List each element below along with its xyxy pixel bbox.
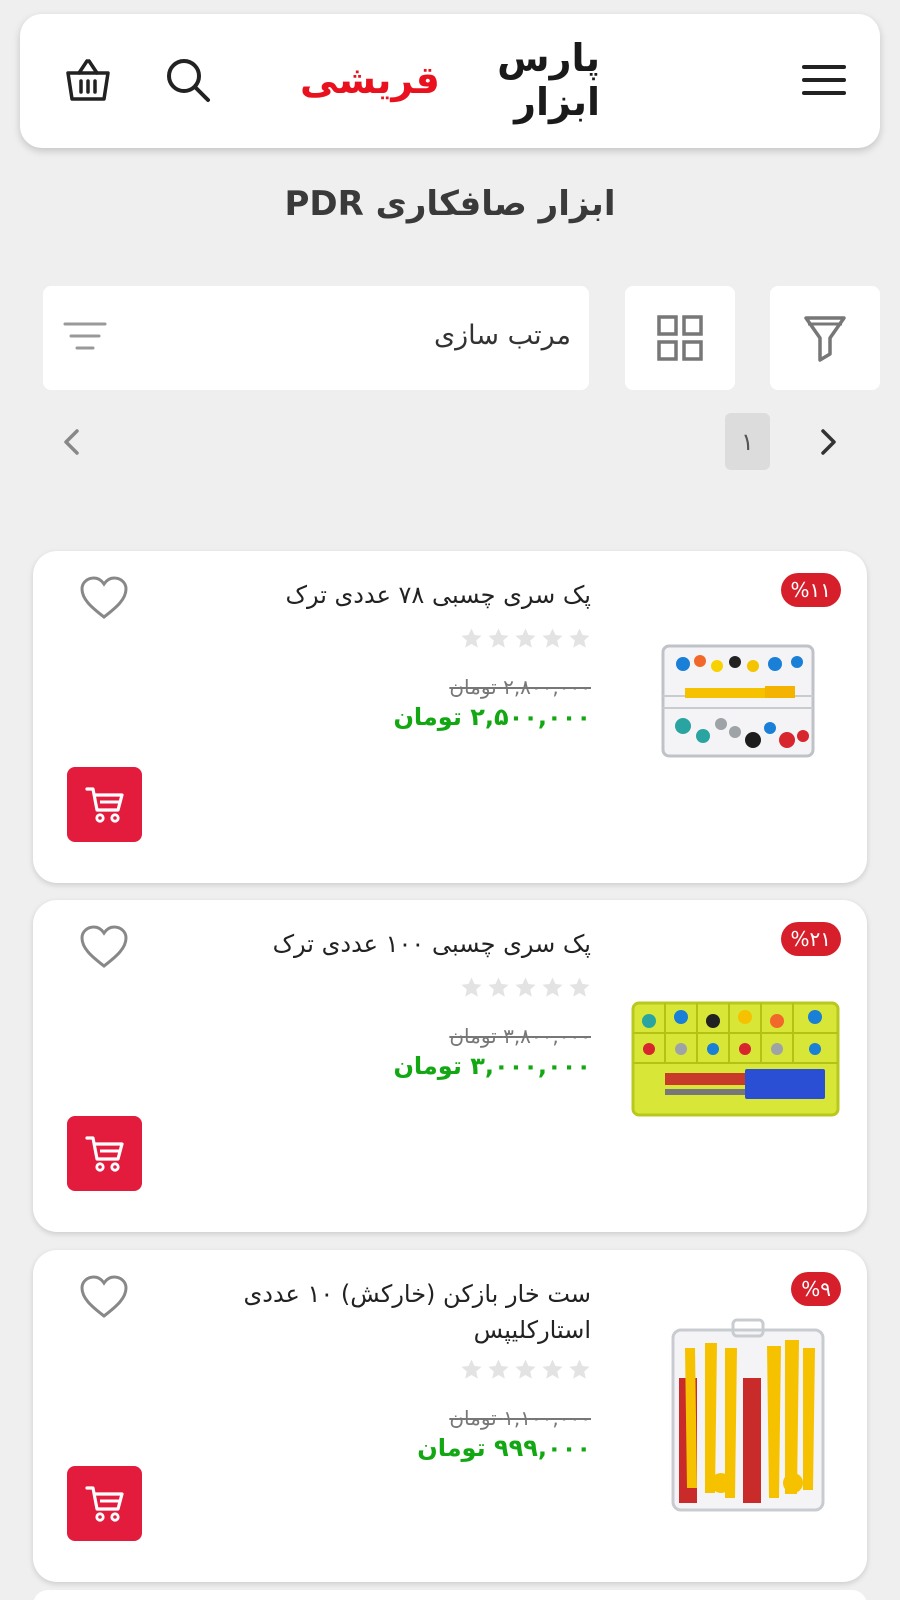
page-title: ابزار صافکاری PDR (284, 184, 616, 224)
star-icon (569, 977, 590, 997)
old-price: ۲,۸۰۰,۰۰۰ تومان (449, 675, 591, 699)
cart-icon (84, 1485, 124, 1522)
grid-view-icon (657, 315, 703, 361)
sort-label: مرتب سازی (434, 320, 571, 351)
chevron-right-icon (821, 429, 836, 455)
star-icon (542, 1359, 563, 1379)
product-card[interactable]: %۹ ست خار بازکن (خارکش) ۱۰ عددی استارکلی… (33, 1250, 867, 1582)
star-icon (515, 628, 536, 648)
site-logo[interactable]: پارس ابزار قریشی (300, 36, 601, 124)
new-price: ۹۹۹,۰۰۰ تومان (417, 1434, 591, 1462)
search-icon (167, 59, 210, 102)
discount-badge: %۱۱ (780, 573, 841, 607)
rating-stars (460, 1358, 591, 1382)
cart-icon (84, 1135, 124, 1172)
pagination-next-button[interactable] (810, 424, 846, 460)
star-icon (569, 628, 590, 648)
star-icon (488, 628, 509, 648)
discount-badge: %۹ (791, 1272, 841, 1306)
star-icon (542, 977, 563, 997)
new-price: ۳,۰۰۰,۰۰۰ تومان (393, 1052, 591, 1080)
star-icon (461, 628, 482, 648)
star-icon (515, 977, 536, 997)
chevron-left-icon (64, 429, 79, 455)
discount-badge: %۲۱ (780, 922, 841, 956)
logo-text-dark: پارس ابزار (497, 36, 601, 124)
star-icon (461, 977, 482, 997)
cart-icon (84, 786, 124, 823)
rating-stars (460, 627, 591, 651)
pagination-prev-button[interactable] (54, 424, 90, 460)
pagination-page-1[interactable]: ۱ (725, 413, 770, 470)
next-product-card-edge (33, 1590, 867, 1600)
star-icon (542, 628, 563, 648)
product-card[interactable]: %۲۱ پک سری چسبی ۱۰۰ عددی ترک ۳,۸۰۰,۰۰۰ ت… (33, 900, 867, 1232)
add-to-cart-button[interactable] (67, 1116, 142, 1191)
site-header: پارس ابزار قریشی (20, 14, 880, 148)
star-icon (569, 1359, 590, 1379)
add-to-cart-button[interactable] (67, 1466, 142, 1541)
filter-button[interactable] (770, 286, 880, 390)
funnel-icon (804, 316, 846, 362)
heart-icon[interactable] (79, 924, 129, 970)
product-title[interactable]: پک سری چسبی ۷۸ عددی ترک (211, 577, 591, 613)
search-button[interactable] (156, 48, 220, 112)
product-image[interactable] (625, 1318, 845, 1518)
sort-lines-icon (63, 322, 107, 350)
product-title[interactable]: ست خار بازکن (خارکش) ۱۰ عددی استارکلیپس (211, 1276, 591, 1348)
rating-stars (460, 976, 591, 1000)
heart-icon[interactable] (79, 575, 129, 621)
sort-dropdown[interactable]: مرتب سازی (43, 286, 589, 390)
star-icon (515, 1359, 536, 1379)
add-to-cart-button[interactable] (67, 767, 142, 842)
star-icon (488, 1359, 509, 1379)
cart-button[interactable] (56, 48, 120, 112)
shopping-basket-icon (66, 59, 110, 101)
product-image[interactable] (625, 636, 845, 786)
new-price: ۲,۵۰۰,۰۰۰ تومان (393, 703, 591, 731)
product-card[interactable]: %۱۱ پک سری چسبی ۷۸ عددی ترک ۲,۸۰۰,۰۰۰ تو… (33, 551, 867, 883)
product-title[interactable]: پک سری چسبی ۱۰۰ عددی ترک (211, 926, 591, 962)
star-icon (461, 1359, 482, 1379)
product-image[interactable] (625, 985, 845, 1135)
logo-text-red: قریشی (300, 58, 441, 102)
old-price: ۱,۱۰۰,۰۰۰ تومان (449, 1406, 591, 1430)
hamburger-menu-icon (802, 65, 846, 95)
old-price: ۳,۸۰۰,۰۰۰ تومان (449, 1024, 591, 1048)
heart-icon[interactable] (79, 1274, 129, 1320)
star-icon (488, 977, 509, 997)
menu-button[interactable] (792, 48, 856, 112)
grid-view-button[interactable] (625, 286, 735, 390)
